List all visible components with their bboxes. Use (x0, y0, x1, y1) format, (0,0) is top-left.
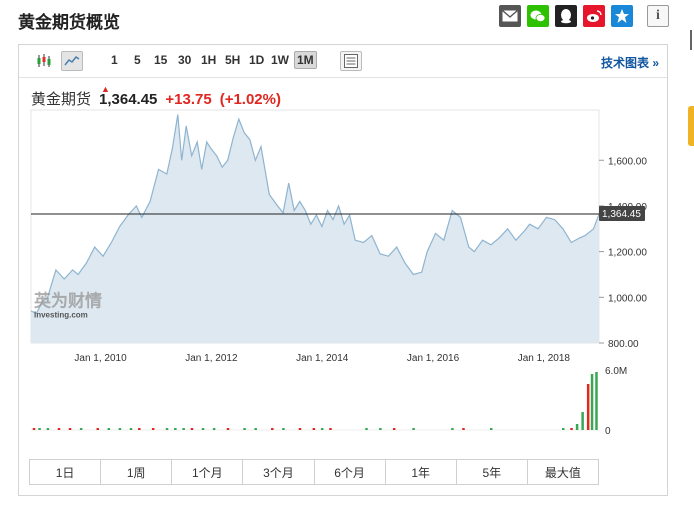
volume-bar (174, 428, 177, 430)
y-tick-label: 1,600.00 (608, 156, 647, 167)
volume-bar (581, 412, 584, 430)
volume-bar (57, 428, 61, 430)
volume-bar (329, 428, 332, 430)
page-title: 黄金期货概览 (18, 13, 120, 32)
watermark-site: Investing.com (34, 310, 88, 319)
range-5[interactable]: 5 (134, 53, 141, 67)
volume-bar (129, 428, 133, 430)
volume-bar (107, 428, 111, 430)
volume-bar (201, 428, 205, 430)
price-chart[interactable]: 1,600.001,400.001,200.001,000.00800.00英为… (19, 105, 667, 455)
up-arrow-icon: ▲ (101, 84, 110, 94)
watermark-brand: 英为财情 (34, 290, 102, 311)
volume-zero-label: 0 (605, 426, 611, 437)
volume-bar (392, 428, 396, 430)
volume-bar (298, 428, 302, 430)
volume-bar (38, 428, 41, 430)
volume-bar (586, 384, 590, 430)
range-1[interactable]: 1 (111, 53, 118, 67)
chart-panel: 1 5 15 30 1H 5H 1D 1W 1M 技术图表 » 黄金期货 1,36… (18, 44, 668, 496)
volume-bar (312, 428, 316, 430)
volume-bar (570, 428, 573, 430)
tech-chart-link[interactable]: 技术图表 » (601, 54, 659, 71)
range-15[interactable]: 15 (154, 53, 167, 67)
candlestick-icon[interactable] (33, 51, 55, 71)
period-3m[interactable]: 3个月 (243, 460, 315, 484)
volume-bar (68, 428, 72, 430)
share-icons (499, 5, 633, 27)
volume-bar (79, 428, 83, 430)
volume-bar (243, 428, 246, 430)
period-1w[interactable]: 1周 (101, 460, 173, 484)
y-tick-label: 1,000.00 (608, 293, 647, 304)
volume-bar (190, 428, 194, 430)
qq-icon[interactable] (555, 5, 577, 27)
volume-bar (165, 428, 169, 430)
x-tick-label: Jan 1, 2010 (74, 353, 127, 364)
period-6m[interactable]: 6个月 (314, 460, 386, 484)
range-1d[interactable]: 1D (249, 53, 264, 67)
volume-bar (282, 428, 285, 430)
volume-bar (212, 428, 216, 430)
volume-bar (320, 428, 324, 430)
volume-bar (451, 428, 454, 430)
table-view-icon[interactable] (340, 51, 362, 71)
x-tick-label: Jan 1, 2016 (407, 353, 460, 364)
y-tick-label: 1,200.00 (608, 248, 647, 259)
volume-bar (96, 428, 99, 430)
volume-bar (365, 428, 368, 430)
volume-bar (254, 428, 257, 430)
volume-bar (271, 428, 274, 430)
chart-toolbar: 1 5 15 30 1H 5H 1D 1W 1M 技术图表 » (19, 45, 667, 78)
volume-max-label: 6.0M (605, 366, 627, 377)
volume-bar (595, 372, 598, 430)
volume-bar (138, 428, 141, 430)
volume-bar (590, 374, 594, 430)
info-icon[interactable]: i (647, 5, 669, 27)
range-1m[interactable]: 1M (294, 51, 317, 69)
period-5y[interactable]: 5年 (456, 460, 528, 484)
volume-bar (379, 428, 382, 430)
side-tab[interactable] (688, 106, 694, 146)
volume-bar (226, 428, 230, 430)
range-5h[interactable]: 5H (225, 53, 240, 67)
scrollbar-edge (690, 30, 692, 50)
email-icon[interactable] (499, 5, 521, 27)
period-selector: 1日 1周 1个月 3个月 6个月 1年 5年 最大值 (29, 459, 599, 485)
volume-bar (32, 428, 36, 430)
period-1m[interactable]: 1个月 (172, 460, 244, 484)
wechat-icon[interactable] (527, 5, 549, 27)
range-1w[interactable]: 1W (271, 53, 289, 67)
volume-bar (182, 428, 185, 430)
volume-bar (412, 428, 415, 430)
volume-bar (46, 428, 50, 430)
x-tick-label: Jan 1, 2012 (185, 353, 238, 364)
volume-bar (151, 428, 155, 430)
period-max[interactable]: 最大值 (527, 460, 598, 484)
volume-bar (462, 428, 465, 430)
volume-bar (575, 424, 579, 430)
volume-bar (561, 428, 565, 430)
weibo-icon[interactable] (583, 5, 605, 27)
period-1d[interactable]: 1日 (30, 460, 102, 484)
volume-bar (118, 428, 122, 430)
x-tick-label: Jan 1, 2018 (518, 353, 571, 364)
range-30[interactable]: 30 (178, 53, 191, 67)
y-tick-label: 800.00 (608, 339, 639, 350)
x-tick-label: Jan 1, 2014 (296, 353, 349, 364)
period-1y[interactable]: 1年 (385, 460, 457, 484)
line-chart-icon[interactable] (61, 51, 83, 71)
range-1h[interactable]: 1H (201, 53, 216, 67)
last-price-tag-label: 1,364.45 (602, 209, 641, 220)
favorite-star-icon[interactable] (611, 5, 633, 27)
volume-bar (489, 428, 493, 430)
